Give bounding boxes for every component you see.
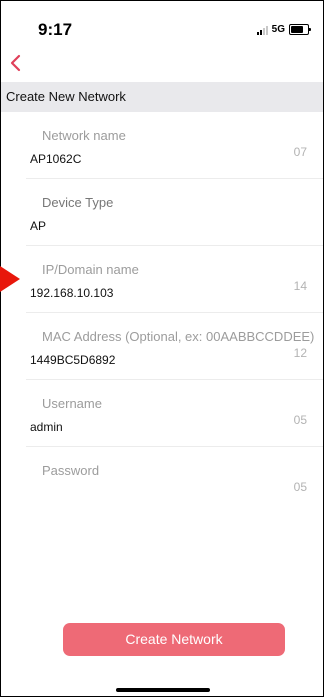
field-label: Device Type xyxy=(42,195,114,210)
field-value[interactable]: 192.168.10.103 xyxy=(30,286,113,300)
char-count: 05 xyxy=(293,480,307,494)
password-field[interactable]: Password 05 xyxy=(26,447,323,513)
username-field[interactable]: Username admin 05 xyxy=(26,380,323,447)
network-name-field[interactable]: Network name AP1062C 07 xyxy=(26,112,323,179)
phone-frame: 9:17 5G Create New Network Network name … xyxy=(0,0,324,697)
char-count: 14 xyxy=(293,279,307,293)
page-title: Create New Network xyxy=(6,89,126,104)
field-value[interactable]: admin xyxy=(30,420,63,434)
field-label: Network name xyxy=(42,128,126,143)
network-type: 5G xyxy=(271,24,285,35)
status-indicators: 5G xyxy=(256,24,311,35)
create-network-button[interactable]: Create Network xyxy=(63,623,285,656)
ip-domain-field[interactable]: IP/Domain name 192.168.10.103 14 xyxy=(26,246,323,313)
field-label: Password xyxy=(42,463,100,478)
field-label: IP/Domain name xyxy=(42,262,139,277)
field-value[interactable]: 1449BC5D6892 xyxy=(30,353,115,367)
char-count: 12 xyxy=(293,346,307,360)
field-value[interactable]: AP1062C xyxy=(30,152,81,166)
char-count: 07 xyxy=(293,145,307,159)
status-time: 9:17 xyxy=(38,20,73,39)
field-label: MAC Address (Optional, ex: 00AABBCCDDEE) xyxy=(42,329,315,344)
char-count: 05 xyxy=(293,413,307,427)
section-header: Create New Network xyxy=(1,82,323,112)
chevron-left-icon xyxy=(10,54,21,72)
field-value[interactable]: AP xyxy=(30,219,46,233)
annotation-arrow-icon xyxy=(0,266,20,292)
status-bar: 9:17 5G xyxy=(1,1,323,45)
back-button[interactable] xyxy=(9,51,31,75)
home-indicator[interactable] xyxy=(116,688,210,692)
field-label: Username xyxy=(42,396,102,411)
signal-icon xyxy=(256,25,268,35)
battery-icon xyxy=(289,24,311,35)
device-type-field[interactable]: Device Type AP xyxy=(26,179,323,246)
network-form: Network name AP1062C 07 Device Type AP I… xyxy=(1,112,323,513)
mac-address-field[interactable]: MAC Address (Optional, ex: 00AABBCCDDEE)… xyxy=(26,313,323,380)
